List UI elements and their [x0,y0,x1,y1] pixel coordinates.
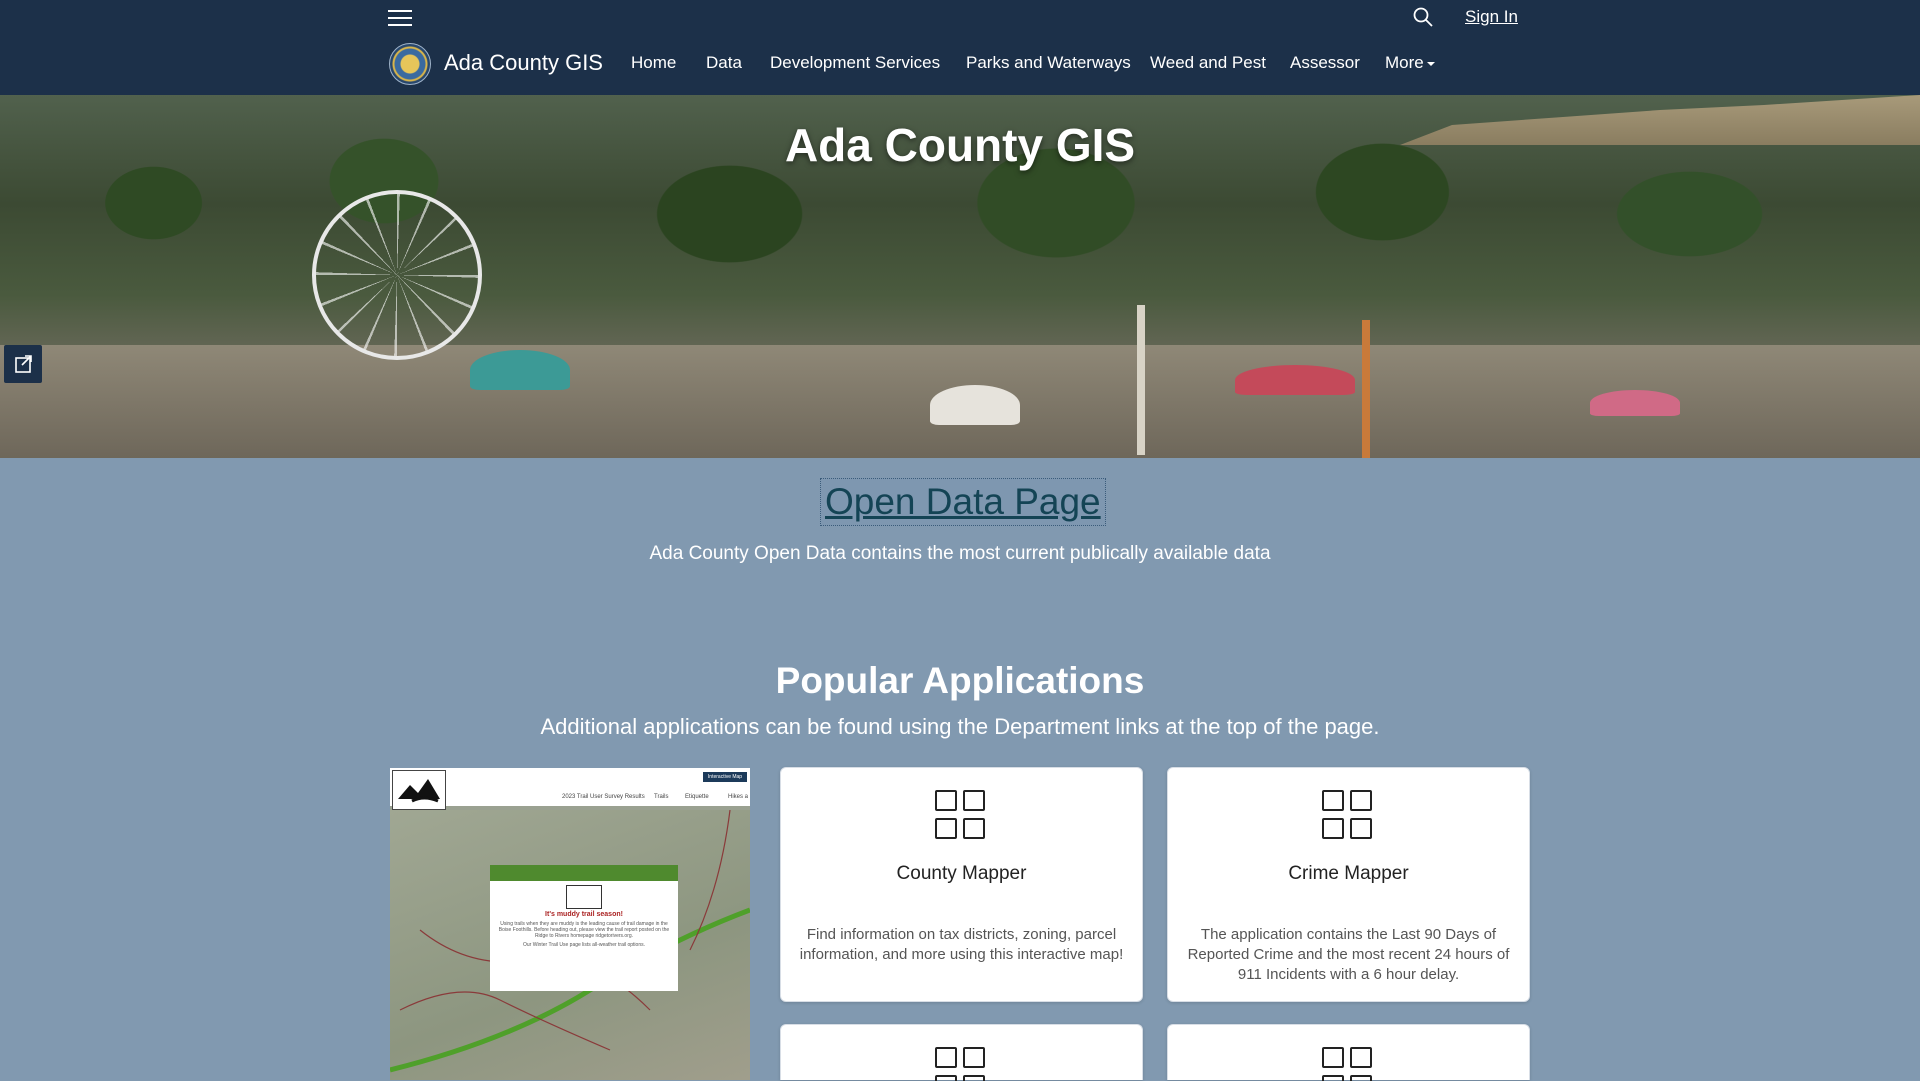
caret-down-icon [1426,61,1435,66]
popup-text-2: Our Winter Trail Use page lists all-weat… [523,942,645,948]
popular-applications-subtitle: Additional applications can be found usi… [540,714,1380,739]
share-icon [15,355,32,373]
thumbnail-popup: It's muddy trail season! Using trails wh… [490,865,678,991]
nav-home[interactable]: Home [631,53,676,73]
carnival-tent [1590,390,1680,416]
site-header: Sign In Ada County GIS Home Data Develop… [0,0,1920,95]
carnival-tent [930,385,1020,425]
thumbnail-heading: 2023 Trail User Survey Results [562,794,645,800]
sign-in-link[interactable]: Sign In [1465,7,1518,27]
card-description: Find information on tax districts, zonin… [799,926,1124,963]
app-card-county-mapper[interactable]: County Mapper Find information on tax di… [780,767,1143,1002]
nav-data[interactable]: Data [706,53,742,73]
hero-title: Ada County GIS [784,119,1136,171]
nav-more-label: More [1385,53,1424,72]
card-title: County Mapper [896,863,1027,884]
app-card[interactable] [1167,1024,1530,1081]
card-description: The application contains the Last 90 Day… [1187,926,1510,983]
search-icon[interactable] [1412,6,1436,30]
thumbnail-trail-map: It's muddy trail season! Using trails wh… [390,809,750,1080]
app-grid-icon [935,790,989,842]
card-title: Crime Mapper [1288,863,1409,884]
ridge-to-rivers-logo [392,770,446,810]
nav-assessor[interactable]: Assessor [1290,53,1360,73]
app-grid-icon [935,1047,989,1081]
open-data-page-link[interactable]: Open Data Page [820,478,1106,526]
nav-weed-and-pest[interactable]: Weed and Pest [1150,53,1266,73]
app-card-crime-mapper[interactable]: Crime Mapper The application contains th… [1167,767,1530,1002]
site-title[interactable]: Ada County GIS [444,50,603,76]
app-grid-icon [1322,1047,1376,1081]
popup-text: Using trails when they are muddy is the … [498,921,670,939]
nav-parks-and-waterways[interactable]: Parks and Waterways [966,53,1131,73]
share-button[interactable] [4,345,42,383]
thumbnail-interactive-map-button: Interactive Map [703,772,747,782]
carnival-tent [1235,365,1355,395]
nav-more[interactable]: More [1385,53,1435,73]
thumbnail-menu-hikes: Hikes a [728,794,749,800]
ride-tower [1362,320,1370,458]
nav-development-services[interactable]: Development Services [770,53,940,73]
ferris-wheel [312,190,482,360]
thumbnail-menu-etiquette: Etiquette [685,794,709,800]
trail-app-thumbnail[interactable]: 2023 Trail User Survey Results Trails Et… [390,768,750,1080]
menu-icon[interactable] [388,6,412,28]
app-card[interactable] [780,1024,1143,1081]
ride-tower [1137,305,1145,455]
open-data-description: Ada County Open Data contains the most c… [649,543,1271,564]
thumbnail-menu-trails: Trails [654,794,669,800]
popup-logo [566,885,602,909]
popup-title: It's muddy trail season! [545,911,623,918]
carnival-tent [470,350,570,390]
popular-applications-title: Popular Applications [775,660,1145,701]
county-seal-logo[interactable] [389,43,431,85]
app-grid-icon [1322,790,1376,842]
